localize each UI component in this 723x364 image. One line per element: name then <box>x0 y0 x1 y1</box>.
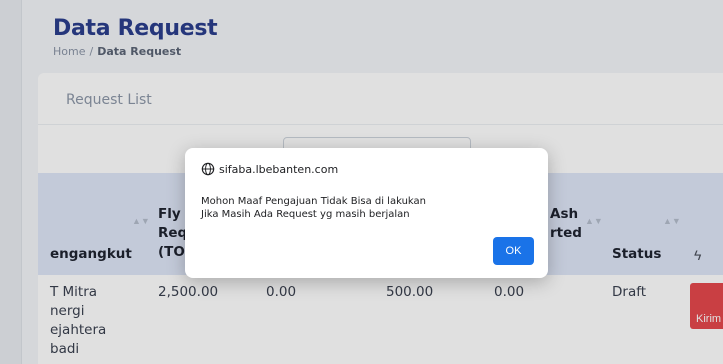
dialog-origin: sifaba.lbebanten.com <box>201 162 338 176</box>
dialog-message-line: Mohon Maaf Pengajuan Tidak Bisa di lakuk… <box>201 196 426 207</box>
dialog-origin-text: sifaba.lbebanten.com <box>219 162 339 176</box>
ok-button[interactable]: OK <box>493 237 534 265</box>
alert-dialog: sifaba.lbebanten.com Mohon Maaf Pengajua… <box>185 148 548 278</box>
dialog-message-line: Jika Masih Ada Request yg masih berjalan <box>201 209 410 220</box>
dialog-message: Mohon Maaf Pengajuan Tidak Bisa di lakuk… <box>201 195 426 221</box>
globe-icon <box>201 162 215 176</box>
